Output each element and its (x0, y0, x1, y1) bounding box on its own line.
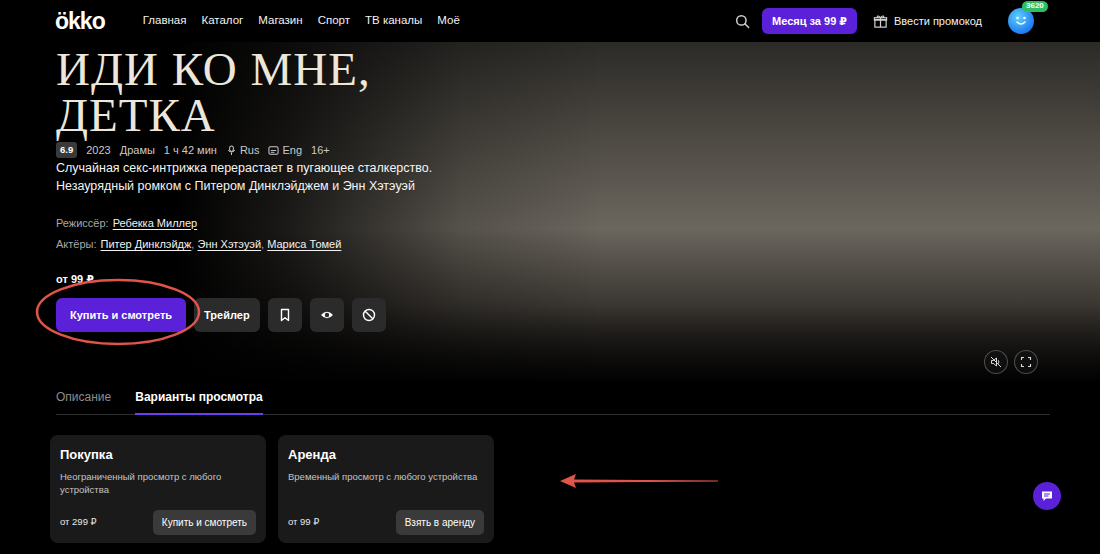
option-title: Аренда (288, 445, 484, 465)
tab-bar: Описание Варианты просмотра (56, 380, 1050, 415)
viewing-options: Покупка Неограниченный просмотр с любого … (0, 415, 1100, 543)
logo[interactable]: ökko (55, 10, 105, 33)
option-button[interactable]: Купить и смотреть (153, 510, 256, 535)
nav-link[interactable]: Каталог (201, 12, 243, 29)
subtitle-language: Eng (268, 142, 302, 159)
year: 2023 (86, 142, 110, 159)
block-icon (362, 308, 376, 322)
promo-link[interactable]: Ввести промокод (873, 13, 982, 30)
subtitles-icon (268, 145, 279, 156)
nav-link[interactable]: Спорт (318, 12, 350, 29)
eye-icon (320, 308, 334, 322)
chat-icon (1040, 489, 1054, 503)
actors-label: Актёры: (56, 236, 97, 253)
title-line: ИДИ КО МНЕ, (56, 46, 1100, 92)
genre: Драмы (120, 142, 155, 159)
fullscreen-button[interactable] (1014, 350, 1038, 374)
option-footer: от 299 ₽ Купить и смотреть (60, 504, 256, 535)
price: от 99 ₽ (56, 271, 1100, 288)
not-interested-button[interactable] (352, 298, 386, 332)
actor-link[interactable]: Питер Динклэйдж (101, 238, 192, 250)
annotation-ellipse (35, 278, 201, 346)
option-description: Неограниченный просмотр с любого устройс… (60, 470, 256, 496)
actors-row: Актёры: Питер Динклэйдж, Энн Хэтэуэй, Ма… (56, 236, 1100, 253)
option-footer: от 99 ₽ Взять в аренду (288, 504, 484, 535)
description-line: Незаурядный ромком с Питером Динклэйджем… (56, 177, 1100, 195)
subscribe-button[interactable]: Месяц за 99 ₽ (762, 8, 857, 35)
page: ökko Главная Каталог Магазин Спорт ТВ каналы… (0, 0, 1100, 554)
actor-separator: , (261, 238, 267, 250)
top-actions: Месяц за 99 ₽ Ввести промокод 3620 (735, 8, 1034, 35)
annotation-arrow (558, 471, 720, 491)
age-rating: 16+ (311, 142, 330, 159)
movie-meta: 6.9 2023 Драмы 1 ч 42 мин Rus Eng 16+ (56, 142, 1100, 159)
subtitles-text: Eng (282, 142, 302, 159)
bookmark-icon (278, 308, 292, 322)
gift-icon (873, 14, 888, 29)
rating-badge: 6.9 (56, 142, 77, 158)
actor-separator: , (191, 238, 197, 250)
hero-actions: Купить и смотреть Трейлер (56, 298, 1100, 332)
duration: 1 ч 42 мин (164, 142, 217, 159)
chat-button[interactable] (1033, 482, 1061, 510)
trailer-button[interactable]: Трейлер (194, 298, 260, 332)
promo-text[interactable]: Ввести промокод (894, 13, 982, 30)
actors-list: Питер Динклэйдж, Энн Хэтэуэй, Мариса Том… (101, 236, 342, 253)
director-label: Режиссёр: (56, 215, 109, 232)
fullscreen-icon (1020, 356, 1032, 368)
top-bar: ökko Главная Каталог Магазин Спорт ТВ каналы… (0, 0, 1100, 42)
option-price: от 299 ₽ (60, 515, 97, 529)
nav-link[interactable]: Магазин (258, 12, 302, 29)
nav-link[interactable]: Главная (143, 12, 187, 29)
description-line: Случайная секс-интрижка перерастает в пу… (56, 159, 1100, 177)
actor-link[interactable]: Мариса Томей (267, 238, 341, 250)
nav-link[interactable]: ТВ каналы (365, 12, 422, 29)
avatar-icon[interactable]: 3620 (1008, 8, 1034, 34)
option-card: Аренда Временный просмотр с любого устрой… (278, 435, 494, 543)
mute-button[interactable] (984, 350, 1008, 374)
search-icon[interactable] (735, 14, 750, 29)
audio-language: Rus (226, 142, 260, 159)
bonus-badge: 3620 (1022, 1, 1048, 12)
tab[interactable]: Описание (56, 380, 111, 415)
director-row: Режиссёр: Ребекка Миллер (56, 215, 1100, 232)
option-description: Временный просмотр с любого устройства (288, 470, 484, 483)
option-button[interactable]: Взять в аренду (396, 510, 484, 535)
option-price: от 99 ₽ (288, 515, 319, 529)
movie-title: ИДИ КО МНЕ,ДЕТКА (56, 46, 1100, 138)
director-link[interactable]: Ребекка Миллер (113, 215, 198, 232)
buy-button[interactable]: Купить и смотреть (56, 298, 186, 332)
title-line: ДЕТКА (56, 92, 1100, 138)
audio-text: Rus (240, 142, 260, 159)
watched-button[interactable] (310, 298, 344, 332)
option-title: Покупка (60, 445, 256, 465)
nav-link[interactable]: Моё (437, 12, 460, 29)
hero: ИДИ КО МНЕ,ДЕТКА 6.9 2023 Драмы 1 ч 42 м… (0, 42, 1100, 380)
main-nav: Главная Каталог Магазин Спорт ТВ каналы Моё (143, 12, 460, 29)
tab[interactable]: Варианты просмотра (135, 380, 262, 415)
muted-speaker-icon (990, 356, 1002, 368)
microphone-icon (226, 145, 237, 156)
actor-link[interactable]: Энн Хэтэуэй (197, 238, 261, 250)
bookmark-button[interactable] (268, 298, 302, 332)
movie-description: Случайная секс-интрижка перерастает в пу… (56, 159, 1100, 195)
player-controls (984, 350, 1038, 374)
option-card: Покупка Неограниченный просмотр с любого … (50, 435, 266, 543)
